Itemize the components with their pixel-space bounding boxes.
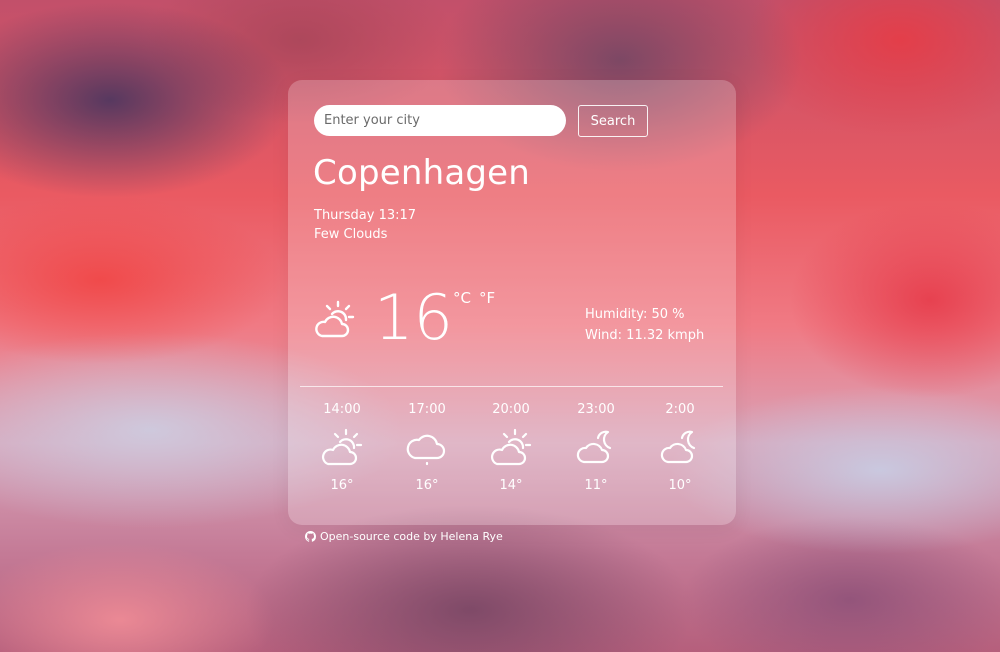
- forecast-temperature: 14°: [499, 478, 523, 493]
- unit-switch: °C °F: [453, 289, 503, 307]
- city-name: Copenhagen: [313, 153, 531, 193]
- forecast-item: 2:00 10°: [640, 401, 720, 493]
- forecast-time: 14:00: [323, 402, 361, 417]
- few-clouds-icon: [321, 428, 363, 466]
- forecast-item: 20:00 14°: [471, 401, 551, 493]
- city-search-input[interactable]: [314, 105, 566, 136]
- forecast-temperature: 10°: [668, 478, 692, 493]
- forecast-item: 17:00 16°: [387, 401, 467, 493]
- cloud-drizzle-icon: [406, 434, 446, 466]
- celsius-link[interactable]: °C: [453, 289, 471, 307]
- weather-description: Few Clouds: [314, 227, 388, 242]
- few-clouds-icon: [315, 300, 355, 338]
- date-time: Thursday 13:17: [314, 208, 417, 223]
- hourly-forecast: 14:00 16° 17:00 16° 20:00 14° 23:00 11° …: [300, 401, 725, 501]
- current-temperature: 16: [374, 281, 453, 354]
- forecast-temperature: 16°: [330, 478, 354, 493]
- forecast-temperature: 16°: [415, 478, 439, 493]
- divider: [300, 386, 723, 387]
- github-icon: [305, 531, 316, 542]
- humidity-value: Humidity: 50 %: [585, 307, 685, 322]
- forecast-time: 2:00: [665, 402, 695, 417]
- forecast-time: 20:00: [492, 402, 530, 417]
- footer: Open-source code by Helena Rye: [305, 530, 503, 543]
- forecast-time: 17:00: [408, 402, 446, 417]
- weather-card: Search Copenhagen Thursday 13:17 Few Clo…: [288, 80, 736, 525]
- night-clouds-icon: [660, 430, 696, 464]
- wind-value: Wind: 11.32 kmph: [585, 328, 705, 343]
- forecast-item: 14:00 16°: [302, 401, 382, 493]
- few-clouds-icon: [490, 428, 532, 466]
- forecast-temperature: 11°: [584, 478, 608, 493]
- forecast-item: 23:00 11°: [556, 401, 636, 493]
- source-code-link[interactable]: Open-source code by Helena Rye: [320, 530, 503, 543]
- night-clouds-icon: [576, 430, 612, 464]
- forecast-time: 23:00: [577, 402, 615, 417]
- fahrenheit-link[interactable]: °F: [479, 289, 495, 307]
- search-button[interactable]: Search: [578, 105, 648, 137]
